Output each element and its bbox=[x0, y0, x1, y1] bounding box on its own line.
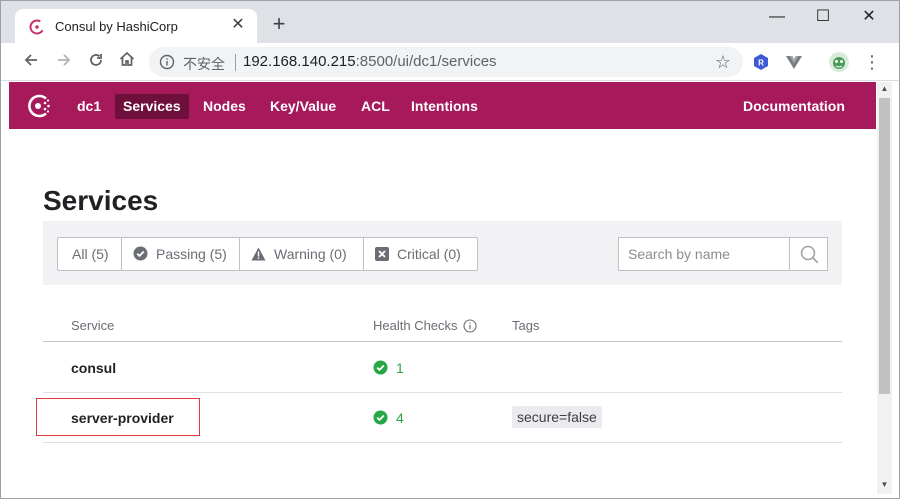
new-tab-button[interactable]: + bbox=[269, 13, 289, 35]
health-count: 1 bbox=[396, 360, 404, 376]
filter-all-label: All (5) bbox=[72, 246, 109, 262]
nav-documentation[interactable]: Documentation bbox=[735, 94, 853, 119]
filter-all[interactable]: All (5) bbox=[57, 237, 122, 271]
column-header-service[interactable]: Service bbox=[71, 318, 114, 333]
profile-avatar-icon[interactable] bbox=[828, 51, 850, 73]
health-checks-consul: 1 bbox=[373, 360, 404, 376]
scroll-down-arrow-icon[interactable]: ▼ bbox=[877, 480, 892, 492]
url-path: :8500/ui/dc1/services bbox=[355, 53, 497, 70]
address-separator bbox=[235, 54, 236, 71]
url-text: 192.168.140.215:8500/ui/dc1/services bbox=[243, 53, 497, 70]
insecure-label: 不安全 bbox=[183, 56, 225, 72]
service-name-consul[interactable]: consul bbox=[71, 360, 116, 376]
nav-nodes[interactable]: Nodes bbox=[195, 94, 254, 119]
column-header-tags: Tags bbox=[512, 318, 540, 333]
nav-acl[interactable]: ACL bbox=[353, 94, 398, 119]
bookmark-star-icon[interactable]: ☆ bbox=[715, 52, 731, 72]
filter-critical-label: Critical (0) bbox=[397, 246, 461, 262]
browser-window: Consul by HashiCorp ✕ + — ☐ ✕ 不安全 192.16… bbox=[0, 0, 900, 499]
back-arrow-icon[interactable] bbox=[19, 50, 43, 74]
info-icon[interactable] bbox=[463, 319, 477, 333]
filter-bar: All (5) Passing (5) Warning (0) Critical… bbox=[43, 221, 842, 285]
annotation-highlight-box bbox=[36, 398, 200, 436]
table-header-divider bbox=[43, 341, 842, 342]
maximize-button[interactable]: ☐ bbox=[809, 7, 837, 27]
page-scrollbar[interactable]: ▲ ▼ bbox=[877, 82, 892, 494]
nav-intentions[interactable]: Intentions bbox=[403, 94, 486, 119]
tab-strip: Consul by HashiCorp ✕ + — ☐ ✕ bbox=[1, 1, 899, 43]
filter-passing[interactable]: Passing (5) bbox=[121, 237, 240, 271]
column-header-health-label: Health Checks bbox=[373, 318, 458, 333]
info-icon[interactable] bbox=[159, 54, 175, 70]
browser-menu-icon[interactable]: ⋮ bbox=[863, 51, 881, 73]
scroll-thumb[interactable] bbox=[879, 98, 890, 394]
row-divider bbox=[43, 392, 842, 393]
address-bar[interactable]: 不安全 192.168.140.215:8500/ui/dc1/services… bbox=[149, 47, 743, 77]
tab-close-icon[interactable]: ✕ bbox=[229, 16, 247, 34]
consul-favicon-icon bbox=[29, 19, 45, 35]
datacenter-selector[interactable]: dc1 bbox=[69, 94, 109, 119]
extension-vue-icon[interactable] bbox=[784, 52, 804, 72]
search-icon bbox=[800, 245, 819, 264]
warning-icon bbox=[251, 247, 266, 261]
health-checks-server-provider: 4 bbox=[373, 410, 404, 426]
filter-passing-label: Passing (5) bbox=[156, 246, 227, 262]
page-viewport: dc1 Services Nodes Key/Value ACL Intenti… bbox=[9, 82, 876, 494]
extension-shield-icon[interactable]: R bbox=[751, 52, 771, 72]
minimize-button[interactable]: — bbox=[763, 7, 791, 27]
passing-check-icon bbox=[373, 360, 388, 375]
svg-text:R: R bbox=[758, 59, 764, 68]
passing-check-icon bbox=[373, 410, 388, 425]
reload-icon[interactable] bbox=[84, 50, 108, 74]
row-divider bbox=[43, 442, 842, 443]
scroll-up-arrow-icon[interactable]: ▲ bbox=[877, 84, 892, 96]
browser-toolbar: 不安全 192.168.140.215:8500/ui/dc1/services… bbox=[1, 43, 899, 81]
browser-tab[interactable]: Consul by HashiCorp ✕ bbox=[15, 9, 257, 43]
home-icon[interactable] bbox=[115, 50, 139, 74]
close-window-button[interactable]: ✕ bbox=[855, 7, 883, 27]
url-host: 192.168.140.215 bbox=[243, 53, 356, 70]
tab-title: Consul by HashiCorp bbox=[55, 19, 178, 34]
check-circle-icon bbox=[133, 246, 148, 261]
column-header-health: Health Checks bbox=[373, 318, 477, 333]
health-count: 4 bbox=[396, 410, 404, 426]
forward-arrow-icon[interactable] bbox=[52, 50, 76, 74]
search-input[interactable] bbox=[619, 238, 789, 270]
consul-logo-icon[interactable] bbox=[25, 92, 53, 120]
service-tag: secure=false bbox=[512, 406, 602, 428]
nav-key-value[interactable]: Key/Value bbox=[262, 94, 344, 119]
filter-warning[interactable]: Warning (0) bbox=[239, 237, 364, 271]
filter-critical[interactable]: Critical (0) bbox=[363, 237, 478, 271]
search-button[interactable] bbox=[789, 238, 827, 270]
search-box bbox=[618, 237, 828, 271]
consul-top-nav: dc1 Services Nodes Key/Value ACL Intenti… bbox=[9, 82, 876, 129]
filter-warning-label: Warning (0) bbox=[274, 246, 347, 262]
nav-services[interactable]: Services bbox=[115, 94, 189, 119]
critical-icon bbox=[375, 246, 389, 261]
page-title: Services bbox=[43, 185, 159, 216]
